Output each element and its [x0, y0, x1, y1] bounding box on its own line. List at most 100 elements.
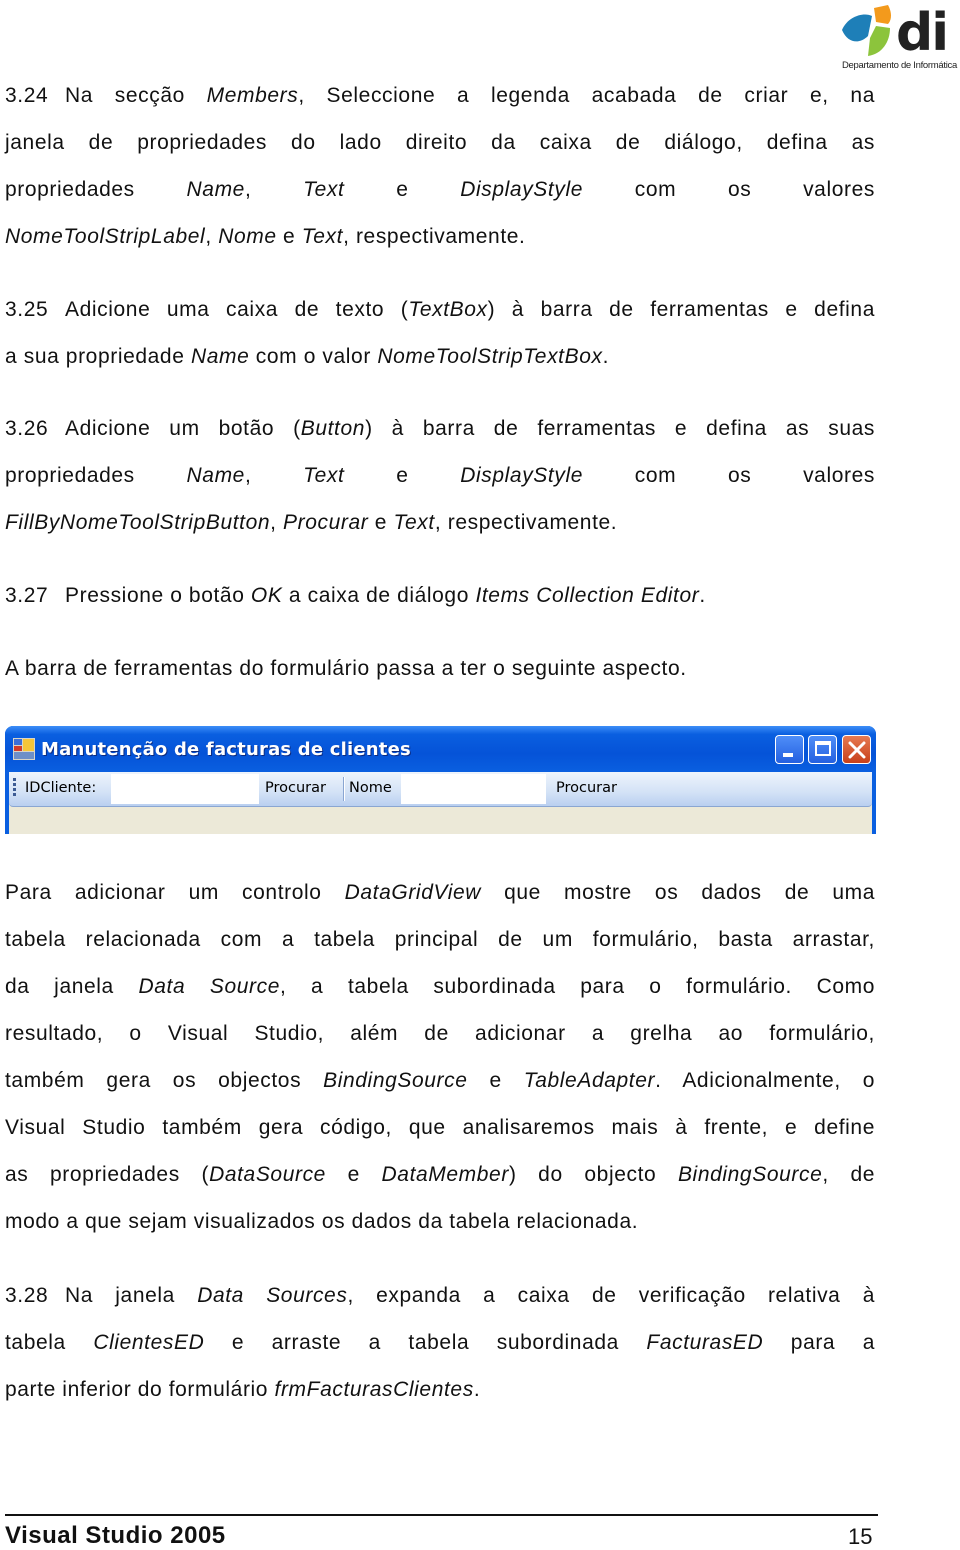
text-run: e	[276, 225, 302, 248]
toolbar-separator	[343, 777, 345, 801]
toolbar-grip-handle[interactable]	[13, 778, 17, 800]
emphasis-term: Items Collection Editor	[475, 584, 700, 607]
text-run: Adicione um botão (	[65, 417, 301, 440]
text-run: janela de propriedades do lado direito d…	[5, 131, 875, 154]
text-run: e	[467, 1069, 524, 1092]
text-line: 3.28 Na janela Data Sources, expanda a ca…	[5, 1272, 875, 1319]
step-number: 3.26	[5, 417, 49, 440]
maximize-icon	[815, 741, 831, 756]
datagrid-paragraph: Para adicionar um controlo DataGridView …	[5, 869, 875, 1245]
text-run: , expanda a caixa de verificação relativ…	[347, 1284, 875, 1307]
toolbar-intro-text: A barra de ferramentas do formulário pas…	[5, 645, 875, 692]
text-run: e	[344, 464, 461, 487]
text-run: tabela	[5, 1331, 94, 1354]
maximize-button[interactable]	[808, 735, 837, 764]
text-run: com os valores	[583, 178, 875, 201]
text-line: 3.24 Na secção Members, Seleccione a lege…	[5, 72, 875, 119]
text-run: Na janela	[65, 1284, 198, 1307]
logo-caption: Departamento de Informática	[842, 60, 957, 71]
logo-mark-icon: di	[842, 3, 949, 62]
emphasis-term: Members	[206, 84, 299, 107]
emphasis-term: DisplayStyle	[460, 178, 583, 201]
text-line: Visual Studio também gera código, que an…	[5, 1104, 875, 1151]
close-button[interactable]	[842, 735, 871, 764]
text-run: propriedades	[5, 178, 187, 201]
text-line: as propriedades (DataSource e DataMember…	[5, 1151, 875, 1198]
emphasis-term: DisplayStyle	[460, 464, 583, 487]
logo-text: di	[896, 3, 947, 62]
step-number: 3.27	[5, 584, 49, 607]
text-run: ) à barra de ferramentas e defina as sua…	[365, 417, 875, 440]
text-run: Pressione o botão	[65, 584, 251, 607]
text-line: resultado, o Visual Studio, além de adic…	[5, 1010, 875, 1057]
emphasis-term: TextBox	[408, 298, 488, 321]
text-line: a sua propriedade Name com o valor NomeT…	[5, 333, 875, 380]
procurar-button-1[interactable]: Procurar	[265, 780, 326, 796]
form-client-area: IDCliente: Procurar Nome Procurar	[9, 772, 872, 834]
text-run: a caixa de diálogo	[282, 584, 476, 607]
text-run: ,	[270, 511, 284, 534]
emphasis-term: TableAdapter	[523, 1069, 656, 1092]
idcliente-textbox[interactable]	[111, 774, 259, 804]
page-number: 15	[848, 1524, 873, 1549]
emphasis-term: Procurar	[283, 511, 369, 534]
text-run: com os valores	[583, 464, 875, 487]
tool-strip: IDCliente: Procurar Nome Procurar	[9, 772, 872, 807]
form-window-screenshot: Manutenção de facturas de clientes IDCli…	[5, 726, 876, 834]
text-run: ,	[244, 178, 304, 201]
emphasis-term: FillByNomeToolStripButton	[5, 511, 271, 534]
text-line: 3.27 Pressione o botão OK a caixa de diál…	[5, 572, 875, 619]
emphasis-term: Data Sources	[197, 1284, 348, 1307]
nome-textbox[interactable]	[401, 774, 546, 804]
step-3-26: 3.26 Adicione um botão (Button) à barra d…	[5, 405, 875, 546]
department-logo: di Departamento de Informática	[838, 2, 960, 72]
text-run: e arraste a tabela subordinada	[204, 1331, 647, 1354]
minimize-button[interactable]	[775, 735, 804, 764]
text-run: , respectivamente.	[343, 225, 526, 248]
emphasis-term: frmFacturasClientes	[274, 1378, 474, 1401]
text-line: tabela ClientesED e arraste a tabela sub…	[5, 1319, 875, 1366]
emphasis-term: Name	[186, 464, 245, 487]
text-run: ,	[205, 225, 219, 248]
text-line: tabela relacionada com a tabela principa…	[5, 916, 875, 963]
emphasis-term: OK	[250, 584, 283, 607]
emphasis-term: Text	[393, 511, 435, 534]
nome-label: Nome	[349, 780, 392, 796]
step-3-28: 3.28 Na janela Data Sources, expanda a ca…	[5, 1272, 875, 1413]
emphasis-term: FacturasED	[646, 1331, 764, 1354]
text-line: também gera os objectos BindingSource e …	[5, 1057, 875, 1104]
emphasis-term: Text	[301, 225, 344, 248]
text-run: . Adicionalmente, o	[655, 1069, 875, 1092]
text-line: 3.26 Adicione um botão (Button) à barra d…	[5, 405, 875, 452]
text-run: Na secção	[65, 84, 207, 107]
text-run: também gera os objectos	[5, 1069, 324, 1092]
text-run: as propriedades (	[5, 1163, 210, 1186]
step-number: 3.25	[5, 298, 49, 321]
text-run: e	[344, 178, 461, 201]
step-3-25: 3.25 Adicione uma caixa de texto (TextBox…	[5, 286, 875, 380]
step-number: 3.28	[5, 1284, 49, 1307]
emphasis-term: NomeToolStripTextBox	[377, 345, 603, 368]
text-run: e	[325, 1163, 382, 1186]
text-run: ) do objecto	[508, 1163, 678, 1186]
emphasis-term: Data Source	[138, 975, 280, 998]
text-run: modo a que sejam visualizados os dados d…	[5, 1210, 639, 1233]
text-line: da janela Data Source, a tabela subordin…	[5, 963, 875, 1010]
text-run: ,	[244, 464, 304, 487]
text-line: parte inferior do formulário frmFacturas…	[5, 1366, 875, 1413]
text-run: com o valor	[249, 345, 378, 368]
procurar-button-2[interactable]: Procurar	[556, 780, 617, 796]
emphasis-term: Button	[300, 417, 366, 440]
text-run: Visual Studio também gera código, que an…	[5, 1116, 875, 1139]
step-number: 3.24	[5, 84, 49, 107]
form-app-icon	[13, 738, 35, 760]
text-line: Para adicionar um controlo DataGridView …	[5, 869, 875, 916]
footer-divider	[5, 1514, 878, 1516]
emphasis-term: Name	[186, 178, 245, 201]
emphasis-term: DataSource	[209, 1163, 326, 1186]
step-3-24: 3.24 Na secção Members, Seleccione a lege…	[5, 72, 875, 260]
text-line: janela de propriedades do lado direito d…	[5, 119, 875, 166]
text-line: A barra de ferramentas do formulário pas…	[5, 645, 875, 692]
emphasis-term: Text	[303, 178, 345, 201]
text-line: NomeToolStripLabel, Nome e Text, respect…	[5, 213, 875, 260]
